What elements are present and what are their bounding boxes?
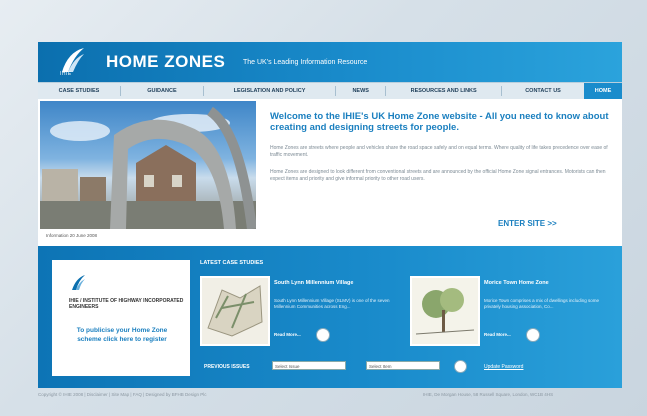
intro-paragraph-2: Home Zones are designed to look differen…: [270, 169, 606, 182]
intro-paragraph: Home Zones are streets where people and …: [270, 145, 608, 158]
logo-text: IHIE: [60, 71, 72, 77]
go-button-icon[interactable]: [454, 360, 467, 373]
welcome-heading: Welcome to the IHIE's UK Home Zone websi…: [270, 111, 609, 133]
case-study-desc: Morice Town comprises a mix of dwellings…: [484, 298, 599, 309]
case-studies-heading: LATEST CASE STUDIES: [200, 260, 264, 266]
case-study-card: South Lynn Millennium Village South Lynn…: [200, 276, 400, 350]
footer-address: IHIE, De Morgan House, 58 Russell Square…: [423, 392, 554, 397]
hero-section: Information 20 June 2008 Welcome to the …: [38, 99, 622, 245]
register-link[interactable]: To publicise your Home Zone scheme click…: [66, 326, 178, 344]
nav-item-guidance[interactable]: GUIDANCE: [121, 88, 203, 94]
hero-photo: [40, 101, 256, 229]
enter-site-link[interactable]: ENTER SITE >>: [498, 219, 557, 228]
case-study-desc: South Lynn Millennium Village (SLMV) is …: [274, 298, 390, 309]
nav-item-home[interactable]: HOME: [584, 83, 622, 99]
register-promo[interactable]: IHIE / INSTITUTE OF HIGHWAY INCORPORATED…: [52, 260, 190, 376]
main-nav: CASE STUDIES GUIDANCE LEGISLATION AND PO…: [38, 82, 622, 100]
footer-links[interactable]: Copyright © IHIE 2008 | Disclaimer | Sit…: [38, 392, 207, 397]
read-more-link[interactable]: Read More...: [484, 332, 511, 337]
case-study-title[interactable]: Morice Town Home Zone: [484, 280, 549, 286]
header: IHIE HOME ZONES The UK's Leading Informa…: [38, 42, 622, 82]
update-password-link[interactable]: Update Password: [484, 364, 523, 370]
item-select[interactable]: Select Item: [366, 361, 440, 370]
ihie-promo-logo-icon: [72, 275, 85, 290]
nav-item-contact[interactable]: CONTACT US: [502, 88, 584, 94]
nav-item-resources[interactable]: RESOURCES AND LINKS: [386, 88, 501, 94]
lower-panel: IHIE / INSTITUTE OF HIGHWAY INCORPORATED…: [38, 246, 622, 388]
case-study-card: Morice Town Home Zone Morice Town compri…: [410, 276, 610, 350]
promo-org: IHIE / INSTITUTE OF HIGHWAY INCORPORATED…: [69, 298, 184, 310]
case-study-sketch-image[interactable]: [410, 276, 480, 346]
hero-caption: Information 20 June 2008: [46, 233, 98, 238]
site-title[interactable]: HOME ZONES: [106, 52, 225, 72]
tagline: The UK's Leading Information Resource: [243, 59, 368, 66]
issue-select[interactable]: Select Issue: [272, 361, 346, 370]
nav-item-legislation[interactable]: LEGISLATION AND POLICY: [204, 88, 335, 94]
nav-item-news[interactable]: NEWS: [336, 88, 385, 94]
case-study-title[interactable]: South Lynn Millennium Village: [274, 280, 353, 286]
go-button-icon[interactable]: [526, 328, 540, 342]
read-more-link[interactable]: Read More...: [274, 332, 301, 337]
case-study-map-image[interactable]: [200, 276, 270, 346]
previous-issues-label: PREVIOUS ISSUES: [204, 364, 250, 370]
go-button-icon[interactable]: [316, 328, 330, 342]
nav-item-case-studies[interactable]: CASE STUDIES: [38, 88, 120, 94]
page-frame: IHIE HOME ZONES The UK's Leading Informa…: [38, 42, 622, 388]
